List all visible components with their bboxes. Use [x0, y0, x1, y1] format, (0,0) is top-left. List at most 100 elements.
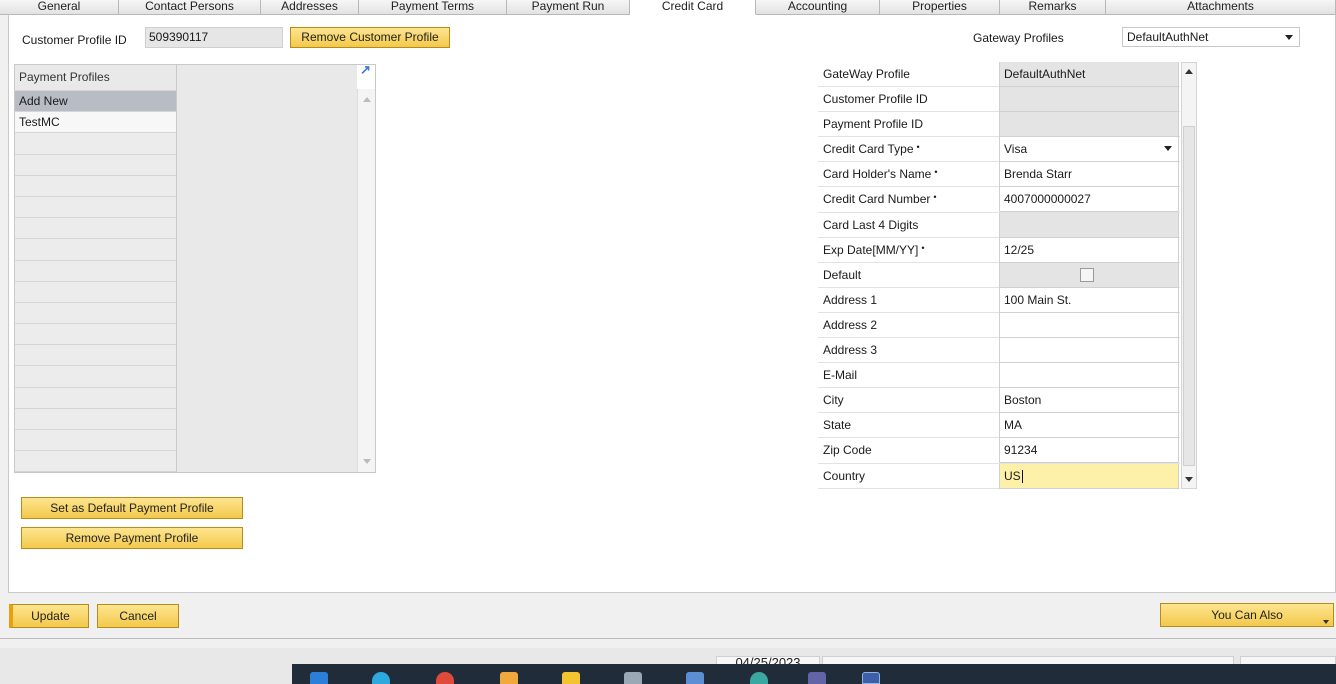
window-app-icon[interactable] [686, 672, 704, 684]
teams-icon[interactable] [808, 672, 826, 684]
list-item [15, 239, 176, 261]
form-row: Credit Card Number • 4007000000027 [818, 187, 1180, 213]
form-label-text: Country [823, 468, 866, 483]
remove-payment-profile-button[interactable]: Remove Payment Profile [21, 527, 243, 549]
scroll-down-icon[interactable] [363, 459, 371, 464]
file-explorer-icon[interactable] [562, 672, 580, 684]
form-label: Zip Code [823, 443, 872, 457]
payment-profiles-header: Payment Profiles [15, 65, 176, 91]
exp-date-mm-yy-value: 12/25 [1004, 242, 1035, 257]
credit-card-detail-form: GateWay Profile DefaultAuthNet Customer Pr… [818, 62, 1180, 489]
form-row: E-Mail [818, 363, 1180, 389]
you-can-also-label: You Can Also [1211, 608, 1283, 622]
scroll-up-icon[interactable] [1185, 69, 1193, 74]
list-item [15, 281, 176, 303]
form-label-text: Address 1 [823, 292, 878, 307]
credit-card-number-value: 4007000000027 [1004, 192, 1091, 207]
list-item [15, 133, 176, 155]
footer-separator [0, 638, 1336, 639]
chevron-down-icon[interactable] [1164, 146, 1172, 152]
form-label: Credit Card Number • [823, 192, 937, 206]
form-label-text: State [823, 418, 852, 433]
tab-payment-run[interactable]: Payment Run [507, 0, 630, 15]
e-mail-field[interactable] [999, 363, 1179, 389]
tab-properties[interactable]: Properties [880, 0, 1000, 15]
list-item[interactable]: Add New [15, 91, 176, 113]
form-scrollbar[interactable] [1181, 62, 1197, 489]
payment-profiles-grid: Payment Profiles Add New TestMC [14, 64, 376, 473]
list-item[interactable]: TestMC [15, 112, 176, 134]
expand-arrow-icon[interactable]: ↗ [360, 63, 372, 76]
customer-profile-id-field[interactable]: 509390117 [145, 27, 283, 48]
city-value: Boston [1004, 393, 1042, 408]
tab-addresses[interactable]: Addresses [261, 0, 359, 15]
tab-remarks[interactable]: Remarks [1000, 0, 1106, 15]
form-label-text: Payment Profile ID [823, 117, 924, 132]
sap-business-one-icon[interactable] [862, 672, 880, 684]
tab-general[interactable]: General [0, 0, 119, 15]
tab-contact-persons[interactable]: Contact Persons [119, 0, 261, 15]
tab-bar: General Contact Persons Addresses Payment T… [0, 0, 1336, 15]
you-can-also-button[interactable]: You Can Also [1160, 603, 1334, 627]
credit-card-type-field[interactable]: Visa [999, 137, 1179, 163]
required-marker: • [933, 192, 937, 203]
country-field[interactable]: US [999, 463, 1179, 489]
tab-accounting[interactable]: Accounting [756, 0, 880, 15]
exp-date-mm-yy-field[interactable]: 12/25 [999, 237, 1179, 263]
address-2-field[interactable] [999, 312, 1179, 338]
form-label-text: Credit Card Number [823, 192, 931, 207]
form-row: Card Holder's Name • Brenda Starr [818, 162, 1180, 188]
credit-card-number-field[interactable]: 4007000000027 [999, 187, 1179, 213]
connect-app-icon[interactable] [750, 672, 768, 684]
form-label-text: Customer Profile ID [823, 92, 928, 107]
list-item [15, 260, 176, 282]
payment-profiles-scrollbar[interactable] [357, 89, 375, 472]
scroll-down-icon[interactable] [1185, 477, 1193, 482]
remove-customer-profile-button[interactable]: Remove Customer Profile [290, 27, 450, 48]
required-marker: • [916, 142, 920, 153]
form-label: Address 3 [823, 343, 877, 357]
form-label-text: Credit Card Type [823, 142, 914, 157]
zip-code-field[interactable]: 91234 [999, 438, 1179, 464]
card-holder-s-name-field[interactable]: Brenda Starr [999, 162, 1179, 188]
form-label: GateWay Profile [823, 67, 910, 81]
chrome-browser-icon[interactable] [436, 672, 454, 684]
form-label: Credit Card Type • [823, 142, 920, 156]
city-field[interactable]: Boston [999, 388, 1179, 414]
payment-profiles-blank-column [176, 65, 357, 472]
list-item [15, 154, 176, 176]
form-row: Address 2 [818, 312, 1180, 339]
scroll-up-icon[interactable] [363, 97, 371, 102]
form-label: Card Holder's Name • [823, 167, 937, 181]
customer-profile-id-label: Customer Profile ID [22, 33, 127, 47]
form-label: Customer Profile ID [823, 92, 928, 106]
card-last-4-digits-field [999, 212, 1179, 238]
tab-payment-terms[interactable]: Payment Terms [359, 0, 507, 15]
form-row: GateWay Profile DefaultAuthNet [818, 62, 1180, 88]
tab-credit-card[interactable]: Credit Card [630, 0, 756, 15]
list-item [15, 196, 176, 219]
app-icon[interactable] [500, 672, 518, 684]
form-label-text: Zip Code [823, 443, 872, 458]
update-button[interactable]: Update [9, 604, 89, 628]
form-label-text: Card Holder's Name [823, 167, 932, 182]
tab-attachments[interactable]: Attachments [1106, 0, 1336, 15]
default-field[interactable] [999, 262, 1179, 288]
gateway-profile-field: DefaultAuthNet [999, 62, 1179, 87]
payment-profiles-list: Payment Profiles Add New TestMC [15, 65, 176, 473]
edge-browser-icon[interactable] [372, 672, 390, 684]
set-default-payment-profile-button[interactable]: Set as Default Payment Profile [21, 497, 243, 519]
address-3-field[interactable] [999, 338, 1179, 364]
form-row: State MA [818, 413, 1180, 439]
form-row: Address 1 100 Main St. [818, 287, 1180, 313]
gateway-profiles-dropdown[interactable]: DefaultAuthNet [1122, 27, 1300, 47]
form-label: Default [823, 268, 861, 282]
form-label-text: Address 2 [823, 317, 878, 332]
windows-start-icon[interactable] [310, 672, 328, 684]
state-field[interactable]: MA [999, 413, 1179, 439]
notepad-icon[interactable] [624, 672, 642, 684]
scroll-thumb[interactable] [1183, 126, 1195, 466]
cancel-button[interactable]: Cancel [97, 604, 179, 628]
address-1-field[interactable]: 100 Main St. [999, 287, 1179, 313]
default-checkbox[interactable] [1080, 267, 1094, 282]
